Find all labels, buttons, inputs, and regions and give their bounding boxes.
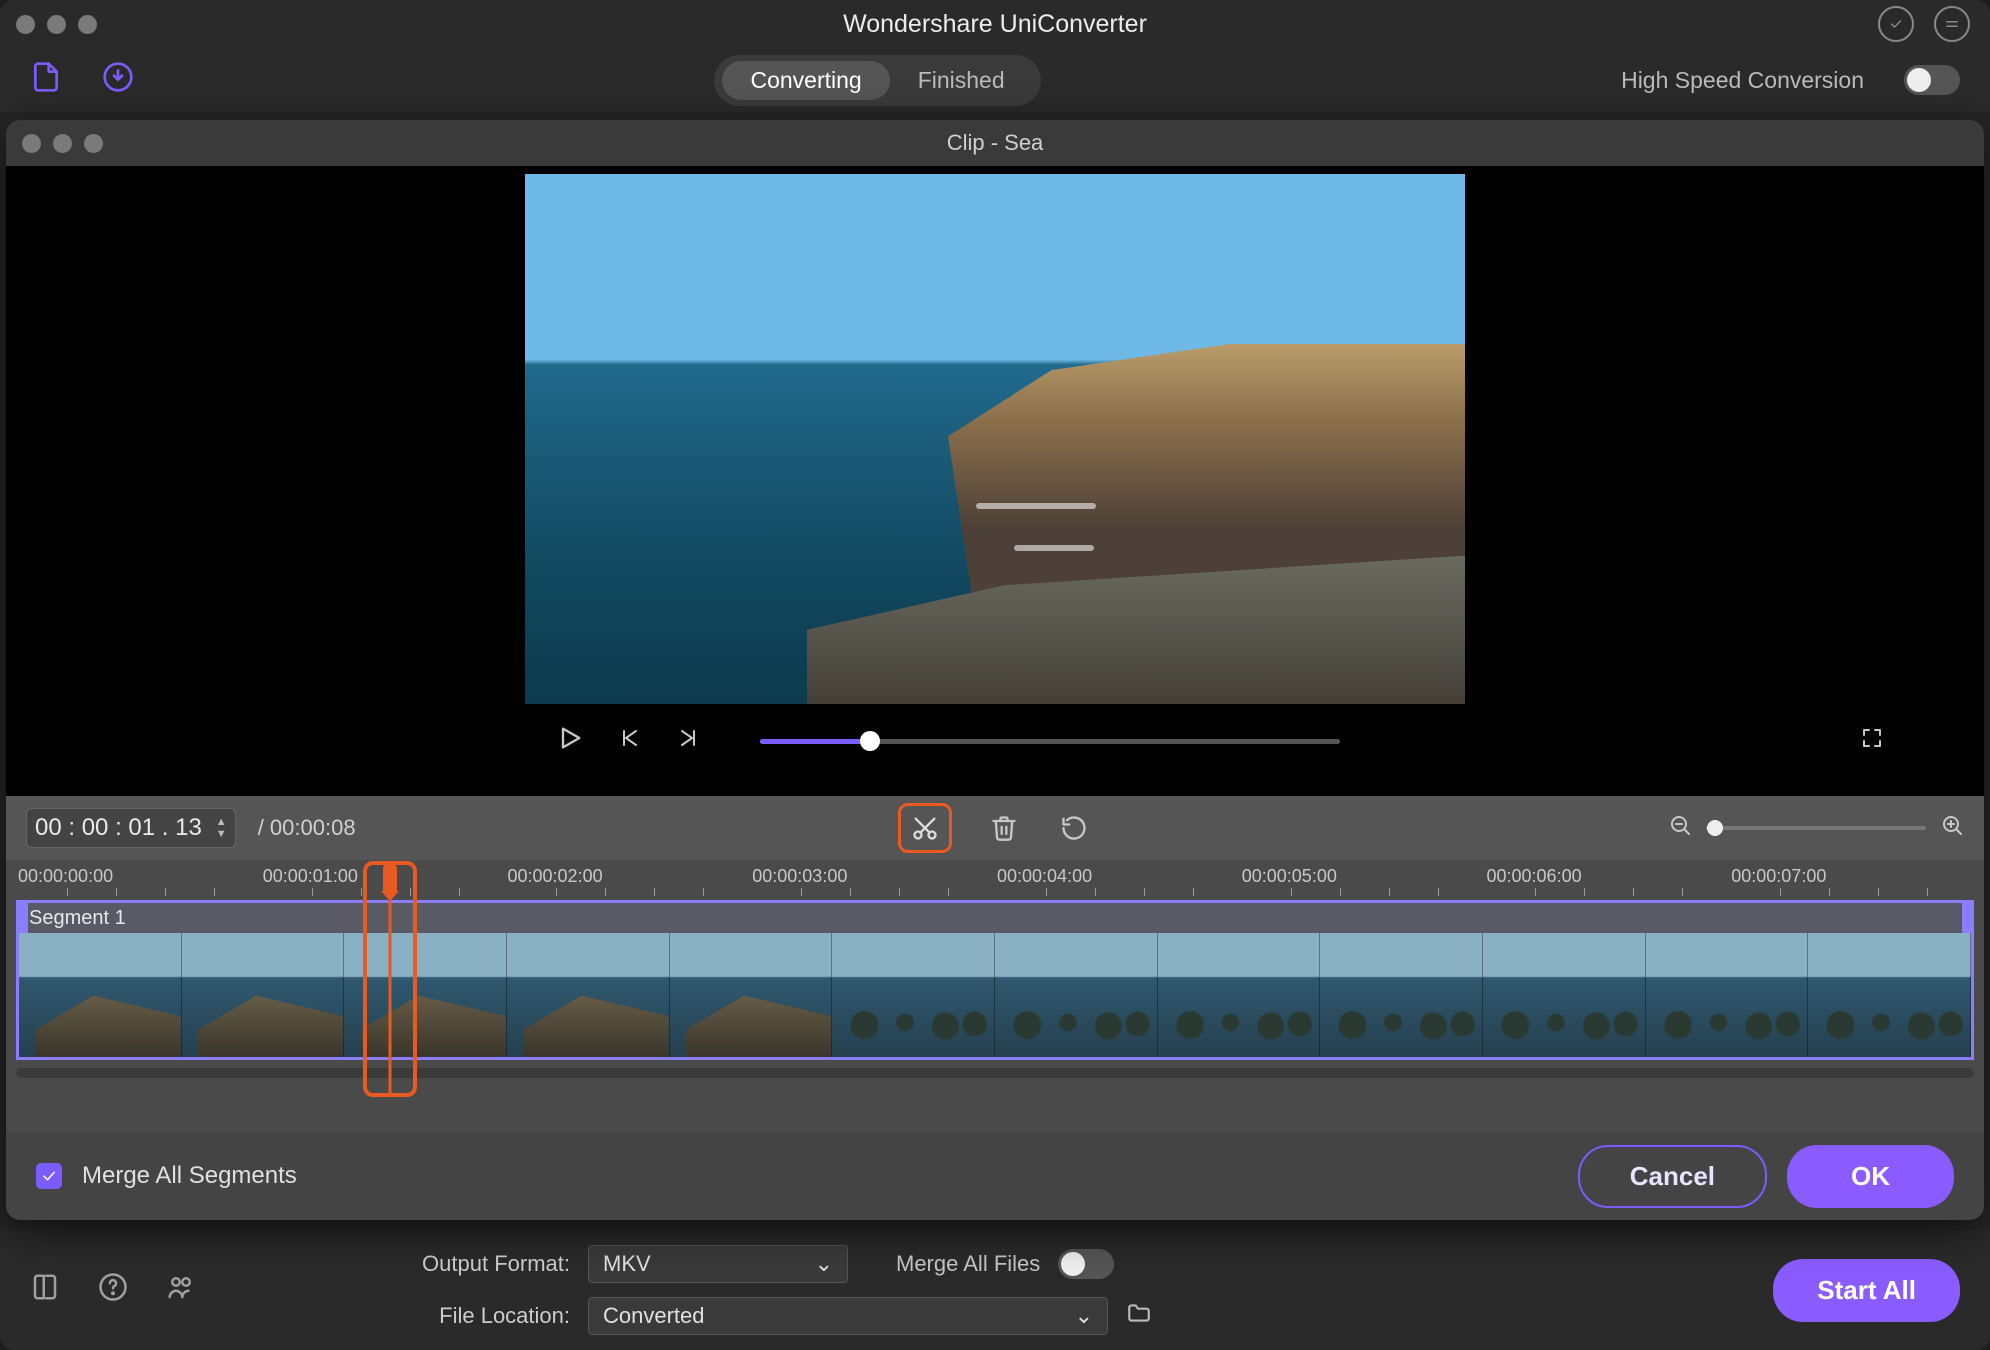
file-location-value: Converted: [603, 1303, 705, 1329]
feedback-icon[interactable]: [1934, 6, 1970, 42]
time-step-down-icon[interactable]: ▼: [216, 829, 227, 839]
cancel-button[interactable]: Cancel: [1578, 1145, 1767, 1208]
merge-all-files-label: Merge All Files: [896, 1251, 1040, 1277]
preview-area: [6, 166, 1984, 796]
progress-bar[interactable]: [760, 739, 1340, 744]
output-format-label: Output Format:: [400, 1251, 570, 1277]
clip-toolbar: 00 : 00 : 01 . 13 ▲ ▼ / 00:00:08: [6, 796, 1984, 860]
help-icon[interactable]: [98, 1272, 128, 1308]
highspeed-toggle[interactable]: [1904, 65, 1960, 95]
merge-segments-label: Merge All Segments: [82, 1162, 297, 1190]
video-preview[interactable]: [525, 174, 1465, 704]
prev-frame-icon[interactable]: [618, 726, 642, 756]
status-tabs: Converting Finished: [714, 55, 1040, 106]
main-bottom-bar: Output Format: MKV ⌄ Merge All Files Fil…: [0, 1230, 1990, 1350]
clip-footer: Merge All Segments Cancel OK: [6, 1132, 1984, 1220]
timeline-ruler[interactable]: 00:00:00:00 00:00:01:00 00:00:02:00 00:00:0…: [6, 860, 1984, 896]
chevron-down-icon: ⌄: [1075, 1303, 1093, 1329]
ruler-tick: 00:00:07:00: [1731, 866, 1826, 887]
ok-button[interactable]: OK: [1787, 1145, 1954, 1208]
convert-category-icon[interactable]: [30, 61, 62, 99]
main-tabs-row: Converting Finished High Speed Conversio…: [0, 48, 1990, 112]
clip-titlebar: Clip - Sea: [6, 120, 1984, 166]
output-format-select[interactable]: MKV ⌄: [588, 1245, 848, 1283]
users-icon[interactable]: [166, 1272, 196, 1308]
open-folder-icon[interactable]: [1126, 1300, 1152, 1332]
zoom-out-icon[interactable]: [1668, 813, 1692, 843]
start-all-button[interactable]: Start All: [1773, 1259, 1960, 1322]
timeline-scrollbar[interactable]: [16, 1068, 1974, 1078]
segment-label: Segment 1: [19, 903, 1971, 933]
segment[interactable]: Segment 1: [16, 900, 1974, 1060]
app-title: Wondershare UniConverter: [843, 10, 1147, 39]
undo-icon[interactable]: [1056, 810, 1092, 846]
timeline-thumbnail[interactable]: [670, 933, 833, 1057]
ruler-tick: 00:00:01:00: [263, 866, 358, 887]
minimize-window-icon[interactable]: [47, 15, 66, 34]
current-time-input[interactable]: 00 : 00 : 01 . 13 ▲ ▼: [26, 808, 236, 848]
ruler-tick: 00:00:06:00: [1487, 866, 1582, 887]
timeline-thumbnail[interactable]: [344, 933, 507, 1057]
timeline-thumbnail[interactable]: [1646, 933, 1809, 1057]
file-location-select[interactable]: Converted ⌄: [588, 1297, 1108, 1335]
main-titlebar: Wondershare UniConverter: [0, 0, 1990, 48]
tab-converting[interactable]: Converting: [722, 61, 889, 100]
chevron-down-icon: ⌄: [815, 1251, 833, 1277]
clip-title: Clip - Sea: [947, 130, 1044, 156]
ruler-tick: 00:00:05:00: [1242, 866, 1337, 887]
thumbnail-strip: [19, 933, 1971, 1057]
close-window-icon[interactable]: [22, 134, 41, 153]
play-icon[interactable]: [556, 724, 584, 758]
merge-segments-checkbox[interactable]: [36, 1163, 62, 1189]
timeline-thumbnail[interactable]: [1808, 933, 1971, 1057]
timeline-thumbnail[interactable]: [507, 933, 670, 1057]
merge-all-files-toggle[interactable]: [1058, 1249, 1114, 1279]
minimize-window-icon[interactable]: [53, 134, 72, 153]
ruler-tick: 00:00:03:00: [752, 866, 847, 887]
delete-icon[interactable]: [986, 810, 1022, 846]
timeline-thumbnail[interactable]: [832, 933, 995, 1057]
file-location-label: File Location:: [400, 1303, 570, 1329]
timeline-area: 00:00:00:00 00:00:01:00 00:00:02:00 00:00:0…: [6, 860, 1984, 1132]
ruler-tick: 00:00:02:00: [508, 866, 603, 887]
zoom-slider[interactable]: [1706, 826, 1926, 830]
timeline-thumbnail[interactable]: [1158, 933, 1321, 1057]
clip-window: Clip - Sea: [6, 120, 1984, 1220]
maximize-window-icon[interactable]: [84, 134, 103, 153]
cut-button[interactable]: [898, 803, 952, 853]
timeline-thumbnail[interactable]: [995, 933, 1158, 1057]
tutorial-icon[interactable]: [30, 1272, 60, 1308]
timeline-thumbnail[interactable]: [1483, 933, 1646, 1057]
next-frame-icon[interactable]: [676, 726, 700, 756]
maximize-window-icon[interactable]: [78, 15, 97, 34]
total-time: / 00:00:08: [258, 815, 356, 841]
zoom-in-icon[interactable]: [1940, 813, 1964, 843]
download-category-icon[interactable]: [102, 61, 134, 99]
timeline-thumbnail[interactable]: [1320, 933, 1483, 1057]
output-format-value: MKV: [603, 1251, 651, 1277]
current-time-value: 00 : 00 : 01 . 13: [35, 814, 202, 842]
player-controls: [6, 704, 1984, 768]
tab-finished[interactable]: Finished: [890, 61, 1033, 100]
progress-knob[interactable]: [860, 731, 880, 751]
ruler-tick: 00:00:04:00: [997, 866, 1092, 887]
zoom-knob[interactable]: [1707, 820, 1723, 836]
close-window-icon[interactable]: [16, 15, 35, 34]
account-icon[interactable]: [1878, 6, 1914, 42]
time-step-up-icon[interactable]: ▲: [216, 817, 227, 827]
fullscreen-icon[interactable]: [1860, 726, 1884, 756]
ruler-tick: 00:00:00:00: [18, 866, 113, 887]
timeline-thumbnail[interactable]: [19, 933, 182, 1057]
highspeed-label: High Speed Conversion: [1621, 67, 1864, 94]
timeline-thumbnail[interactable]: [182, 933, 345, 1057]
